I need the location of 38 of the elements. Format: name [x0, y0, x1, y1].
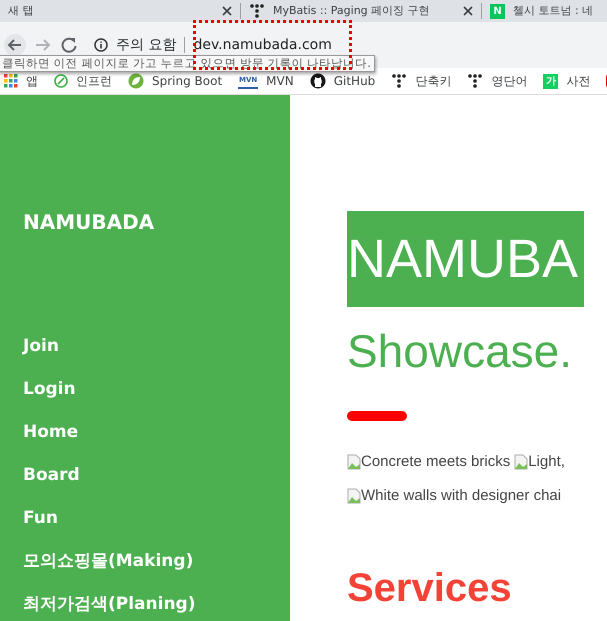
bookmark[interactable]: GitHub [310, 72, 376, 90]
broken-image: Light, [514, 445, 565, 479]
dots-icon [467, 73, 484, 89]
bookmark[interactable]: 단축키 [391, 72, 452, 90]
section-heading: Services [347, 565, 513, 611]
close-icon[interactable] [463, 6, 473, 16]
tab[interactable]: 새 탭 [0, 0, 240, 22]
broken-image-icon [347, 454, 361, 470]
bookmark[interactable]: Spring Boot [128, 72, 222, 90]
github-icon [310, 73, 326, 89]
broken-image: White walls with designer chai [347, 479, 562, 513]
broken-image-icon [514, 454, 528, 470]
dots-icon [249, 3, 265, 19]
accent-bar [347, 411, 407, 421]
bookmark[interactable]: 인프런 [54, 72, 112, 90]
tab[interactable]: MyBatis :: Paging 페이징 구현 [241, 0, 481, 22]
logo-icon: 가 [543, 74, 558, 88]
broken-image: Concrete meets bricks [347, 445, 510, 479]
bookmark[interactable]: 영단어 [467, 72, 528, 90]
bookmark[interactable]: 가 사전 [543, 72, 590, 90]
hero-title: NAMUBA [347, 211, 584, 307]
tab-title: MyBatis :: Paging 페이징 구현 [273, 2, 431, 19]
leaf-icon [54, 74, 68, 88]
security-label[interactable]: 주의 요함 [116, 34, 176, 56]
section-heading: Showcase. [347, 324, 574, 379]
bookmark[interactable]: 앱 [4, 72, 38, 90]
dots-icon [391, 73, 408, 89]
back-icon[interactable] [4, 34, 26, 56]
broken-image-icon [347, 488, 361, 504]
tab-title: 첼시 토트넘 : 네 [513, 2, 594, 19]
tab[interactable]: N 첼시 토트넘 : 네 [482, 0, 607, 22]
close-icon[interactable] [222, 6, 232, 16]
info-icon [94, 38, 108, 52]
logo-icon: N [490, 4, 505, 18]
tab-title: 새 탭 [8, 2, 34, 19]
reload-icon[interactable] [60, 36, 78, 54]
apps-grid-icon [4, 74, 18, 88]
leaf-icon [128, 73, 144, 89]
